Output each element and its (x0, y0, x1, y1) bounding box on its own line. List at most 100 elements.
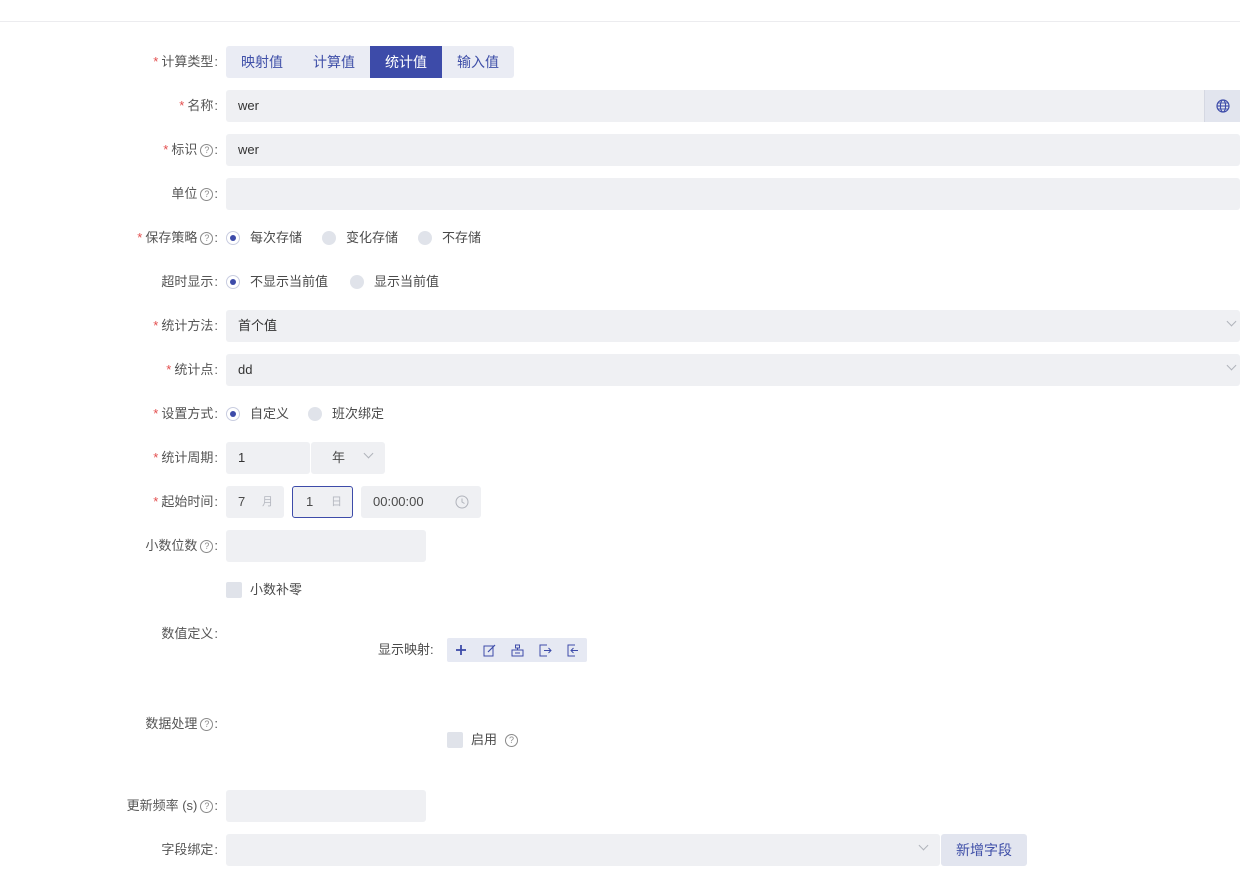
field-binding-select[interactable] (226, 834, 940, 866)
radio-dot-checked (226, 231, 240, 245)
display-mapping-label: 显示映射: (378, 642, 434, 657)
stat-point-value: dd (238, 362, 253, 377)
unit-input[interactable] (226, 178, 1240, 210)
radio-dot (418, 231, 432, 245)
stat-point-select[interactable]: dd (226, 354, 1240, 386)
calc-type-label: * 计算类型: (153, 54, 218, 69)
import-mapping-button[interactable] (531, 638, 559, 662)
edit-mapping-button[interactable] (475, 638, 503, 662)
structure-icon (511, 644, 523, 656)
help-icon[interactable]: ? (505, 733, 519, 747)
calc-type-option-statistic[interactable]: 统计值 (370, 46, 442, 78)
help-icon[interactable]: ? (200, 540, 214, 553)
checkbox-box (447, 732, 463, 748)
radio-custom[interactable]: 自定义 (226, 398, 289, 430)
data-processing-label: 数据处理?: (145, 716, 218, 731)
calc-type-segmented: 映射值 计算值 统计值 输入值 (226, 46, 514, 78)
setting-mode-label: * 设置方式: (153, 406, 218, 421)
calc-type-row: * 计算类型: 映射值 计算值 统计值 输入值 (0, 46, 1240, 78)
data-processing-row: 数据处理?: (0, 708, 1240, 740)
chevron-down-icon (1224, 354, 1238, 386)
help-icon[interactable]: ? (200, 144, 214, 157)
globe-button[interactable] (1204, 90, 1240, 122)
radio-label: 变化存储 (346, 230, 399, 245)
update-freq-input[interactable] (226, 790, 426, 822)
start-time-row: * 起始时间: 7 月 1 日 00:00:00 (0, 486, 1240, 518)
radio-dot (308, 407, 322, 421)
radio-dot-checked (226, 407, 240, 421)
identifier-label: * 标识?: (163, 142, 218, 157)
stat-period-input[interactable]: 1 (226, 442, 310, 474)
identifier-row: * 标识?: wer (0, 134, 1240, 166)
name-label: * 名称: (179, 98, 218, 113)
clock-icon (455, 495, 469, 509)
add-mapping-button[interactable] (447, 638, 475, 662)
calc-type-option-mapping[interactable]: 映射值 (226, 46, 298, 78)
radio-save-change[interactable]: 变化存储 (322, 222, 398, 254)
start-time-picker[interactable]: 00:00:00 (361, 486, 481, 518)
start-day-value: 1 (306, 494, 314, 509)
stat-period-row: * 统计周期: 1 年 (0, 442, 1240, 474)
stat-method-value: 首个值 (238, 318, 278, 333)
pad-zero-checkbox[interactable]: 小数补零 (226, 574, 302, 606)
radio-label: 班次绑定 (332, 406, 385, 421)
stat-point-label: * 统计点: (166, 362, 218, 377)
chevron-down-icon (1224, 310, 1238, 342)
value-def-label: 数值定义: (161, 626, 218, 641)
start-month-value: 7 (238, 494, 246, 509)
export-icon (567, 644, 578, 656)
stat-method-label: * 统计方法: (153, 318, 218, 333)
timeout-display-row: 超时显示: 不显示当前值 显示当前值 (0, 266, 1240, 298)
value-def-row: 数值定义: (0, 618, 1240, 650)
help-icon[interactable]: ? (200, 800, 214, 813)
radio-dot (350, 275, 364, 289)
export-mapping-button[interactable] (559, 638, 587, 662)
stat-point-row: * 统计点: dd (0, 354, 1240, 386)
globe-icon (1215, 99, 1230, 113)
save-strategy-row: * 保存策略?: 每次存储 变化存储 不存储 (0, 222, 1240, 254)
radio-dot-checked (226, 275, 240, 289)
update-freq-label: 更新频率 (s)?: (126, 798, 218, 813)
add-field-button[interactable]: 新增字段 (941, 834, 1027, 866)
radio-hide-current[interactable]: 不显示当前值 (226, 266, 328, 298)
import-icon (539, 644, 552, 656)
update-freq-row: 更新频率 (s)?: (0, 790, 1240, 822)
stat-period-unit-select[interactable]: 年 (311, 442, 385, 474)
enable-label: 启用 (471, 732, 498, 747)
start-month-select[interactable]: 7 月 (226, 486, 284, 518)
decimals-label: 小数位数?: (145, 538, 218, 553)
decimals-input[interactable] (226, 530, 426, 562)
pad-zero-row: 小数补零 (0, 574, 1240, 606)
radio-shift-binding[interactable]: 班次绑定 (308, 398, 384, 430)
name-input[interactable]: wer (226, 90, 1240, 122)
structure-mapping-button[interactable] (503, 638, 531, 662)
identifier-value: wer (238, 142, 259, 157)
plus-icon (456, 645, 466, 655)
stat-method-select[interactable]: 首个值 (226, 310, 1240, 342)
stat-period-label: * 统计周期: (153, 450, 218, 465)
name-value: wer (238, 98, 259, 113)
stat-period-value: 1 (238, 450, 246, 465)
start-day-select[interactable]: 1 日 (292, 486, 353, 518)
radio-show-current[interactable]: 显示当前值 (350, 266, 439, 298)
calc-type-option-input[interactable]: 输入值 (442, 46, 514, 78)
radio-label: 每次存储 (250, 230, 303, 245)
enable-processing-checkbox[interactable]: 启用? (447, 724, 519, 756)
calc-type-option-computed[interactable]: 计算值 (298, 46, 370, 78)
field-binding-label: 字段绑定: (161, 842, 218, 857)
edit-icon (483, 644, 495, 656)
stat-method-row: * 统计方法: 首个值 (0, 310, 1240, 342)
mapping-toolbar (447, 638, 587, 662)
top-divider (0, 21, 1240, 22)
checkbox-box (226, 582, 242, 598)
radio-save-every[interactable]: 每次存储 (226, 222, 302, 254)
radio-label: 自定义 (250, 406, 290, 421)
help-icon[interactable]: ? (200, 718, 214, 731)
radio-save-none[interactable]: 不存储 (418, 222, 481, 254)
radio-label: 不存储 (442, 230, 482, 245)
identifier-input[interactable]: wer (226, 134, 1240, 166)
help-icon[interactable]: ? (200, 232, 214, 245)
help-icon[interactable]: ? (200, 188, 214, 201)
timeout-display-label: 超时显示: (161, 274, 218, 289)
radio-dot (322, 231, 336, 245)
